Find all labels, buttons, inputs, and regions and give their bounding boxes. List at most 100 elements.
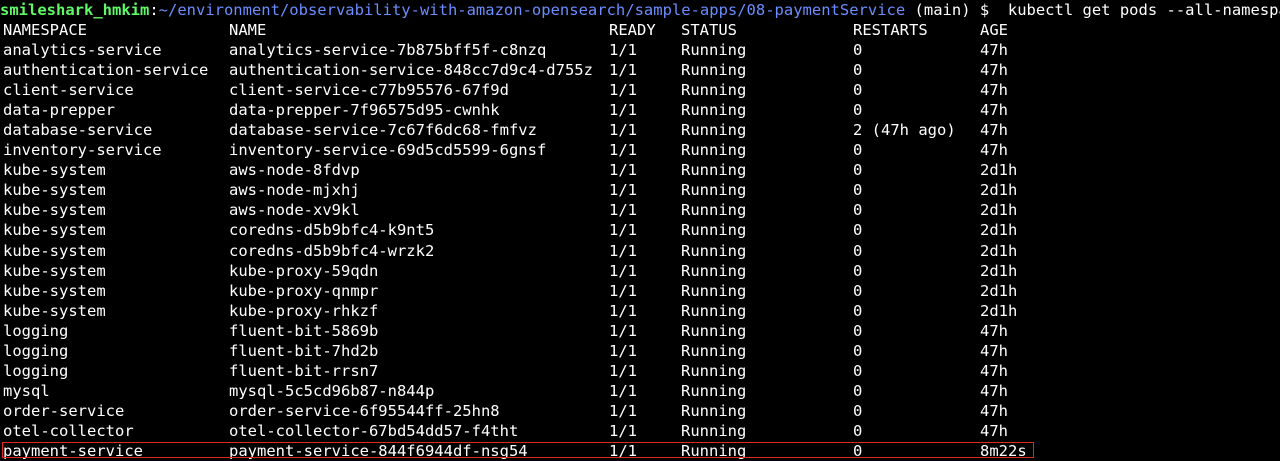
cell-name: aws-node-xv9kl: [229, 201, 360, 220]
cell-namespace: kube-system: [3, 261, 106, 280]
cell-restarts: 0: [853, 241, 863, 260]
cell-ready: 1/1: [609, 321, 637, 340]
header-namespace: NAMESPACE: [3, 21, 87, 39]
table-row: kube-system coredns-d5b9bfc4-wrzk2 1/1 Runn…: [0, 241, 1280, 261]
cell-namespace: logging: [3, 341, 69, 360]
cell-namespace: kube-system: [3, 221, 106, 240]
cell-ready: 1/1: [609, 401, 637, 420]
cell-ready: 1/1: [609, 341, 637, 360]
cell-namespace: kube-system: [3, 181, 106, 200]
cell-name: kube-proxy-59qdn: [229, 261, 379, 280]
cell-status: Running: [681, 281, 747, 300]
cell-status: Running: [681, 241, 747, 260]
cell-name: mysql-5c5cd96b87-n844p: [229, 381, 435, 400]
cell-name: data-prepper-7f96575d95-cwnhk: [229, 101, 500, 120]
table-row: kube-system kube-proxy-rhkzf 1/1 Running 0 2d…: [0, 301, 1280, 321]
cell-restarts: 0: [853, 101, 863, 120]
cell-age: 2d1h: [980, 181, 1018, 200]
cell-restarts: 0: [853, 61, 863, 80]
cell-ready: 1/1: [609, 181, 637, 200]
cell-name: inventory-service-69d5cd5599-6gnsf: [229, 141, 547, 160]
cell-name: kube-proxy-qnmpr: [229, 281, 379, 300]
cell-age: 47h: [980, 121, 1008, 140]
table-row: order-service order-service-6f95544ff-25h…: [0, 401, 1280, 421]
cell-status: Running: [681, 141, 747, 160]
cell-age: 47h: [980, 421, 1008, 440]
cell-ready: 1/1: [609, 261, 637, 280]
cell-namespace: order-service: [3, 401, 125, 420]
cell-restarts: 0: [853, 81, 863, 100]
cell-ready: 1/1: [609, 41, 637, 59]
cell-restarts: 0: [853, 181, 863, 200]
table-row: mysql mysql-5c5cd96b87-n844p 1/1 Running 0 47…: [0, 381, 1280, 401]
cell-status: Running: [681, 181, 747, 200]
cell-ready: 1/1: [609, 61, 637, 80]
cell-restarts: 0: [853, 401, 863, 420]
cell-restarts: 0: [853, 321, 863, 340]
table-row: kube-system aws-node-8fdvp 1/1 Running 0 2d1h: [0, 160, 1280, 180]
cell-restarts: 0: [853, 141, 863, 160]
cell-status: Running: [681, 261, 747, 280]
cell-name: database-service-7c67f6dc68-fmfvz: [229, 121, 537, 140]
cell-ready: 1/1: [609, 141, 637, 160]
cell-namespace: logging: [3, 321, 69, 340]
cell-namespace: kube-system: [3, 161, 106, 180]
table-row: data-prepper data-prepper-7f96575d95-cwnh…: [0, 100, 1280, 120]
table-row: analytics-service analytics-service-7b875…: [0, 40, 1280, 60]
header-ready: READY: [609, 21, 656, 39]
shell-prompt: smileshark_hmkim:~/environment/observabi…: [0, 0, 1280, 20]
table-row: kube-system kube-proxy-59qdn 1/1 Running 0 2d…: [0, 261, 1280, 281]
table-row: logging fluent-bit-5869b 1/1 Running 0 47h: [0, 321, 1280, 341]
cell-status: Running: [681, 321, 747, 340]
cell-namespace: client-service: [3, 81, 134, 100]
prompt-branch: (main) $: [905, 1, 1008, 19]
cell-status: Running: [681, 361, 747, 380]
cell-name: aws-node-mjxhj: [229, 181, 360, 200]
cell-name: authentication-service-848cc7d9c4-d755z: [229, 61, 593, 80]
table-row: kube-system kube-proxy-qnmpr 1/1 Running 0 2d…: [0, 281, 1280, 301]
cell-age: 47h: [980, 41, 1008, 59]
cell-age: 47h: [980, 101, 1008, 120]
cell-name: coredns-d5b9bfc4-wrzk2: [229, 241, 435, 260]
cell-age: 47h: [980, 321, 1008, 340]
cell-age: 47h: [980, 361, 1008, 380]
cell-name: aws-node-8fdvp: [229, 161, 360, 180]
cell-namespace: logging: [3, 361, 69, 380]
cell-status: Running: [681, 421, 747, 440]
cell-restarts: 0: [853, 381, 863, 400]
cell-restarts: 0: [853, 361, 863, 380]
prompt-path: ~/environment/observability-with-amazon-…: [158, 1, 906, 19]
cell-restarts: 0: [853, 261, 863, 280]
cell-namespace: kube-system: [3, 241, 106, 260]
cell-namespace: kube-system: [3, 201, 106, 220]
terminal-window[interactable]: smileshark_hmkim:~/environment/observabi…: [0, 0, 1280, 460]
cell-status: Running: [681, 401, 747, 420]
cell-name: order-service-6f95544ff-25hn8: [229, 401, 500, 420]
cell-name: analytics-service-7b875bff5f-c8nzq: [229, 41, 547, 59]
table-row: kube-system aws-node-xv9kl 1/1 Running 0 2d1h: [0, 200, 1280, 220]
cell-namespace: kube-system: [3, 281, 106, 300]
cell-age: 47h: [980, 81, 1008, 100]
header-age: AGE: [980, 21, 1008, 39]
prompt-separator: :: [149, 1, 159, 19]
cell-status: Running: [681, 161, 747, 180]
cell-age: 47h: [980, 341, 1008, 360]
header-restarts: RESTARTS: [853, 21, 928, 39]
table-row: authentication-service authentication-ser…: [0, 60, 1280, 80]
cell-restarts: 0: [853, 41, 863, 59]
cell-name: kube-proxy-rhkzf: [229, 301, 379, 320]
cell-namespace: mysql: [3, 381, 50, 400]
cell-namespace: inventory-service: [3, 141, 162, 160]
cell-age: 2d1h: [980, 221, 1018, 240]
cell-age: 47h: [980, 401, 1008, 420]
cell-ready: 1/1: [609, 361, 637, 380]
table-row: database-service database-service-7c67f6d…: [0, 120, 1280, 140]
cell-name: otel-collector-67bd54dd57-f4tht: [229, 421, 519, 440]
cell-namespace: authentication-service: [3, 61, 209, 80]
cell-age: 2d1h: [980, 301, 1018, 320]
cell-restarts: 0: [853, 281, 863, 300]
cell-ready: 1/1: [609, 281, 637, 300]
cell-restarts: 0: [853, 221, 863, 240]
cell-ready: 1/1: [609, 381, 637, 400]
cell-ready: 1/1: [609, 81, 637, 100]
